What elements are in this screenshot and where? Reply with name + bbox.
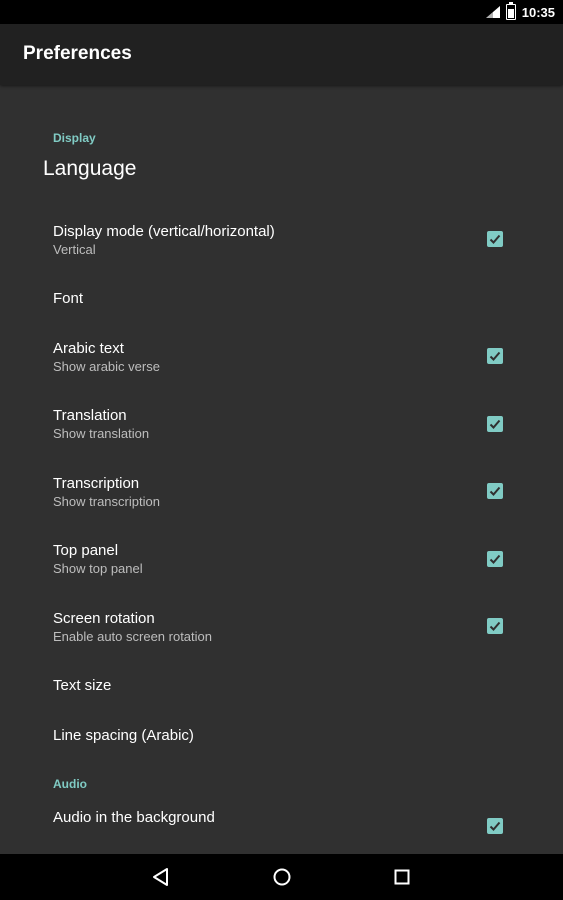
back-icon[interactable] [148,864,174,890]
pref-translation[interactable]: Translation Show translation [53,407,149,442]
checkmark-icon [489,486,501,496]
checkmark-icon [489,419,501,429]
top-panel-checkbox[interactable] [487,551,503,567]
battery-icon [505,2,516,20]
screen-rotation-checkbox[interactable] [487,618,503,634]
pref-title: Display mode (vertical/horizontal) [53,223,275,240]
pref-line-spacing[interactable]: Line spacing (Arabic) [53,727,194,745]
pref-screen-rotation[interactable]: Screen rotation Enable auto screen rotat… [53,610,212,645]
pref-font[interactable]: Font [53,290,83,308]
recents-icon[interactable] [389,864,415,890]
checkmark-icon [489,234,501,244]
pref-summary: Show transcription [53,494,160,509]
pref-transcription[interactable]: Transcription Show transcription [53,475,160,510]
pref-title: Line spacing (Arabic) [53,727,194,744]
translation-checkbox[interactable] [487,416,503,432]
preferences-list[interactable]: Display Language Display mode (vertical/… [0,85,563,854]
page-title: Preferences [23,43,132,64]
pref-title: Translation [53,407,127,424]
home-icon[interactable] [269,864,295,890]
checkmark-icon [489,554,501,564]
status-time: 10:35 [521,4,555,20]
category-display-header: Display [53,131,96,145]
status-icons: 10:35 [485,0,555,24]
pref-summary: Show arabic verse [53,359,160,374]
pref-title: Font [53,290,84,307]
pref-audio-background[interactable]: Audio in the background [53,809,215,827]
pref-display-mode[interactable]: Display mode (vertical/horizontal) Verti… [53,223,275,258]
pref-title: Screen rotation [53,610,155,627]
pref-text-size[interactable]: Text size [53,677,111,695]
audio-background-checkbox[interactable] [487,818,503,834]
pref-summary: Show translation [53,426,150,441]
transcription-checkbox[interactable] [487,483,503,499]
pref-arabic-text[interactable]: Arabic text Show arabic verse [53,340,160,375]
display-mode-checkbox[interactable] [487,231,503,247]
pref-title: Text size [53,677,112,694]
pref-title: Arabic text [53,340,124,357]
checkmark-icon [489,821,501,831]
checkmark-icon [489,351,501,361]
pref-summary: Vertical [53,242,96,257]
arabic-text-checkbox[interactable] [487,348,503,364]
navigation-bar [0,854,563,900]
signal-icon [485,6,500,18]
pref-summary: Show top panel [53,561,143,576]
category-audio-header: Audio [53,777,87,791]
checkmark-icon [489,621,501,631]
language-item[interactable]: Language [43,157,136,181]
pref-top-panel[interactable]: Top panel Show top panel [53,542,143,577]
pref-title: Audio in the background [53,809,215,826]
pref-title: Top panel [53,542,119,559]
status-bar: 10:35 [0,0,563,24]
pref-title: Transcription [53,475,140,492]
pref-summary: Enable auto screen rotation [53,629,212,644]
app-bar: Preferences [0,24,563,85]
